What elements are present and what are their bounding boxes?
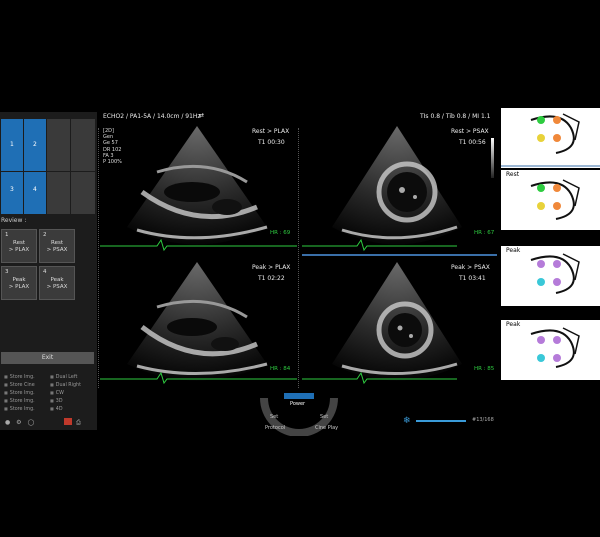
view-title-rest-psax: Rest > PSAX <box>451 128 489 135</box>
system-icons: ● ⚙ ◯ <box>5 419 34 426</box>
review-button-line1: Peak <box>50 277 64 283</box>
grid-cell-label: 3 <box>10 186 14 193</box>
ultrasound-views <box>100 126 497 385</box>
segment-diagram-3[interactable] <box>501 246 600 306</box>
review-button-line1: Rest <box>13 240 25 246</box>
review-title: Review : <box>1 217 27 224</box>
store-image-item[interactable]: Store Img. <box>4 398 35 404</box>
heart-rate-peak-plax: HR : 84 <box>270 366 291 372</box>
record-icon <box>64 418 72 425</box>
grid-cell-7[interactable] <box>47 172 70 214</box>
grid-cell-8[interactable] <box>71 172 95 214</box>
power-control[interactable]: Power <box>290 401 305 407</box>
view-time-peak-plax: T1 02:22 <box>258 275 285 282</box>
review-button-peak-psax[interactable]: 4 Peak > PSAX <box>39 266 75 300</box>
protocol-control[interactable]: Protocol <box>265 425 285 431</box>
cw-item[interactable]: CW <box>50 390 64 396</box>
view-peak-psax[interactable] <box>332 262 462 381</box>
grid-cell-2[interactable]: 2 <box>24 119 46 171</box>
grid-cell-5[interactable] <box>47 119 70 171</box>
heart-rate-rest-plax: HR : 69 <box>270 230 291 236</box>
grid-cell-4[interactable]: 4 <box>24 172 46 214</box>
view-title-peak-psax: Peak > PSAX <box>451 264 490 271</box>
review-button-line1: Rest <box>51 240 63 246</box>
3d-item[interactable]: 3D <box>50 398 63 404</box>
review-button-number: 4 <box>43 269 47 275</box>
exit-button[interactable]: Exit <box>1 352 94 364</box>
review-button-line2: > PLAX <box>8 247 30 253</box>
dual-left-item[interactable]: Dual Left <box>50 374 78 380</box>
review-button-line2: > PSAX <box>46 284 68 290</box>
view-peak-plax[interactable] <box>127 262 268 381</box>
grid-cell-label: 4 <box>33 186 37 193</box>
set-right-control[interactable]: Set <box>320 414 328 420</box>
freeze-snowflake-icon: ❄ <box>403 416 411 426</box>
segment-diagram-2[interactable] <box>501 170 600 230</box>
grid-cell-3[interactable]: 3 <box>1 172 23 214</box>
view-rest-psax[interactable] <box>332 126 462 245</box>
thumb-label-peak: Peak <box>506 321 521 328</box>
review-button-rest-psax[interactable]: 2 Rest > PSAX <box>39 229 75 263</box>
left-control-panel: 1 2 3 4 Review : 1 Rest > PLAX 2 Rest > PS… <box>0 112 97 430</box>
thumb-label-rest: Rest <box>506 171 520 178</box>
review-button-rest-plax[interactable]: 1 Rest > PLAX <box>1 229 37 263</box>
segment-diagram-1[interactable] <box>501 108 600 168</box>
review-button-line2: > PLAX <box>8 284 30 290</box>
grid-cell-label: 2 <box>33 141 37 148</box>
chat-icon: ◯ <box>27 419 35 426</box>
view-title-rest-plax: Rest > PLAX <box>252 128 290 135</box>
store-image-item[interactable]: Store Img. <box>4 406 35 412</box>
view-time-rest-psax: T1 00:56 <box>459 139 486 146</box>
cine-progress-bar[interactable] <box>416 420 466 422</box>
view-time-peak-psax: T1 03:41 <box>459 275 486 282</box>
grid-cell-label: 1 <box>10 141 14 148</box>
store-image-item[interactable]: Store Img. <box>4 390 35 396</box>
grid-cell-6[interactable] <box>71 119 95 171</box>
segment-diagram-4[interactable] <box>501 320 600 380</box>
store-image-item[interactable]: Store Img. <box>4 374 35 380</box>
view-time-rest-plax: T1 00:30 <box>258 139 285 146</box>
review-button-line2: > PSAX <box>46 247 68 253</box>
review-button-number: 3 <box>5 269 9 275</box>
frame-counter: #13/168 <box>472 417 494 423</box>
dual-right-item[interactable]: Dual Right <box>50 382 81 388</box>
settings-icon: ⚙ <box>16 419 22 426</box>
heart-rate-peak-psax: HR : 85 <box>474 366 495 372</box>
review-button-line1: Peak <box>12 277 26 283</box>
review-button-number: 2 <box>43 232 47 238</box>
set-left-control[interactable]: Set <box>270 414 278 420</box>
review-button-peak-plax[interactable]: 3 Peak > PLAX <box>1 266 37 300</box>
grid-cell-1[interactable]: 1 <box>1 119 23 171</box>
thumb-label-peak: Peak <box>506 247 521 254</box>
4d-item[interactable]: 4D <box>50 406 63 412</box>
cine-play-control[interactable]: Cine Play <box>315 425 338 431</box>
view-rest-plax[interactable] <box>127 126 268 245</box>
heart-rate-rest-psax: HR : 67 <box>474 230 495 236</box>
printer-icon: ⎙ <box>76 419 81 426</box>
store-cine-item[interactable]: Store Cine <box>4 382 35 388</box>
review-button-number: 1 <box>5 232 9 238</box>
power-status-icon: ● <box>5 419 11 426</box>
view-title-peak-plax: Peak > PLAX <box>252 264 291 271</box>
